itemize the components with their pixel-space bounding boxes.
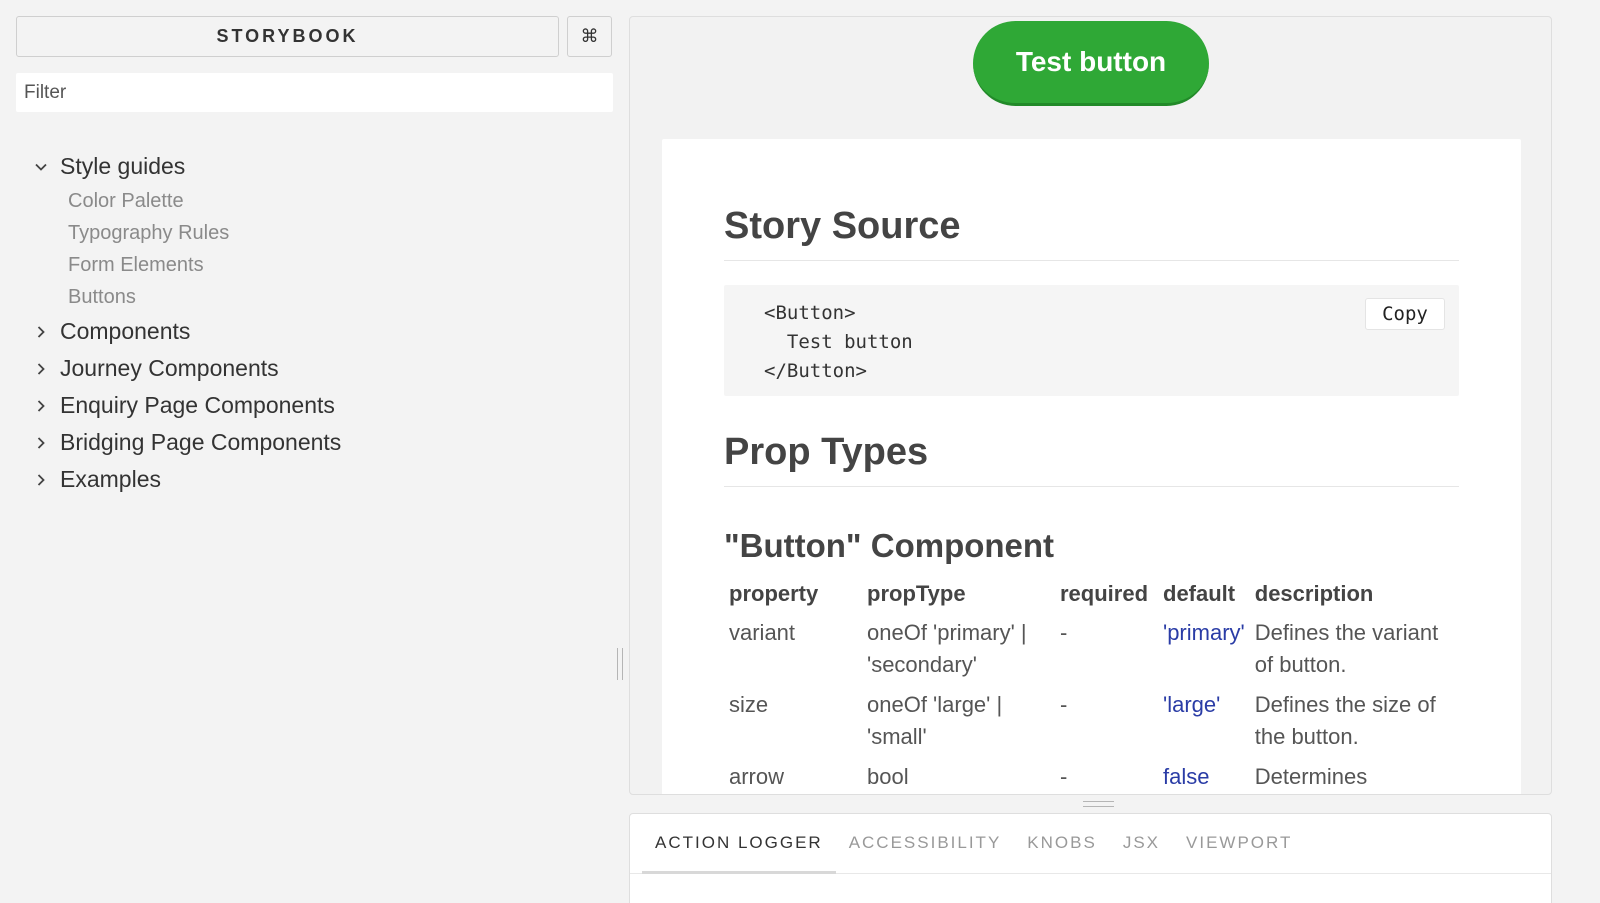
tree-story-form-elements[interactable]: Form Elements bbox=[0, 249, 628, 281]
header-proptype: propType bbox=[867, 581, 966, 606]
sidebar-resize-handle[interactable] bbox=[617, 648, 623, 680]
cell-required: - bbox=[1060, 692, 1068, 717]
tree-node-style-guides[interactable]: Style guides bbox=[0, 148, 628, 185]
tree-node-label: Examples bbox=[60, 466, 161, 492]
chevron-down-icon bbox=[32, 158, 50, 176]
cell-description: Defines the size of the button. bbox=[1254, 692, 1436, 749]
tab-knobs[interactable]: KNOBS bbox=[1014, 814, 1110, 874]
addons-panel: ACTION LOGGER ACCESSIBILITY KNOBS JSX VIEWPO… bbox=[629, 813, 1552, 903]
preview-pane: Test button Story Source <Button> Test b… bbox=[629, 16, 1552, 795]
tree-node-bridging-page-components[interactable]: Bridging Page Components bbox=[0, 424, 628, 461]
tab-jsx[interactable]: JSX bbox=[1110, 814, 1173, 874]
addon-tabs: ACTION LOGGER ACCESSIBILITY KNOBS JSX VIEWPO… bbox=[630, 814, 1551, 874]
tab-accessibility[interactable]: ACCESSIBILITY bbox=[836, 814, 1015, 874]
tab-action-logger[interactable]: ACTION LOGGER bbox=[642, 814, 836, 874]
panel-resize-handle[interactable] bbox=[1083, 801, 1114, 807]
keyboard-shortcuts-button[interactable]: ⌘ bbox=[567, 16, 612, 57]
header-required: required bbox=[1060, 581, 1149, 606]
tree-node-components[interactable]: Components bbox=[0, 313, 628, 350]
table-row: size oneOf 'large' | 'small' - 'large' Defin… bbox=[724, 685, 1450, 757]
command-icon: ⌘ bbox=[580, 26, 599, 47]
tree-node-label: Bridging Page Components bbox=[60, 429, 342, 455]
cell-property: arrow bbox=[729, 764, 785, 789]
story-source-code: <Button> Test button </Button> Copy bbox=[724, 285, 1459, 396]
copy-button[interactable]: Copy bbox=[1365, 298, 1445, 330]
header-default: default bbox=[1163, 581, 1236, 606]
cell-property: variant bbox=[729, 620, 796, 645]
cell-proptype: bool bbox=[867, 764, 909, 789]
table-header-row: property propType required default descr… bbox=[724, 575, 1450, 613]
prop-types-table: property propType required default descr… bbox=[724, 575, 1450, 794]
story-tree: Style guides Color Palette Typography Rule… bbox=[0, 148, 628, 498]
tree-node-label: Journey Components bbox=[60, 355, 279, 381]
code-snippet: <Button> Test button </Button> bbox=[764, 302, 913, 382]
chevron-right-icon bbox=[32, 323, 50, 341]
prop-types-heading: Prop Types bbox=[724, 431, 1459, 487]
cell-required: - bbox=[1060, 620, 1068, 645]
tab-viewport[interactable]: VIEWPORT bbox=[1173, 814, 1305, 874]
chevron-right-icon bbox=[32, 360, 50, 378]
cell-property: size bbox=[729, 692, 769, 717]
component-heading: "Button" Component bbox=[724, 527, 1055, 564]
sidebar: STORYBOOK ⌘ Style guides Color PaletteTyp… bbox=[0, 0, 628, 903]
cell-required: - bbox=[1060, 764, 1068, 789]
cell-default: 'large' bbox=[1163, 692, 1221, 717]
tree-story-color-palette[interactable]: Color Palette bbox=[0, 185, 628, 217]
filter-input[interactable] bbox=[16, 73, 613, 112]
cell-default: false bbox=[1163, 764, 1210, 789]
tree-story-buttons[interactable]: Buttons bbox=[0, 281, 628, 313]
chevron-right-icon bbox=[32, 471, 50, 489]
header-description: description bbox=[1254, 581, 1374, 606]
tree-node-label: Style guides bbox=[60, 153, 186, 179]
table-row: variant oneOf 'primary' | 'secondary' - 'pr… bbox=[724, 613, 1450, 685]
tree-node-enquiry-page-components[interactable]: Enquiry Page Components bbox=[0, 387, 628, 424]
header-property: property bbox=[729, 581, 819, 606]
tree-story-typography-rules[interactable]: Typography Rules bbox=[0, 217, 628, 249]
storybook-brand-button[interactable]: STORYBOOK bbox=[16, 16, 559, 57]
story-info-card: Story Source <Button> Test button </Butt… bbox=[662, 139, 1521, 794]
tree-node-examples[interactable]: Examples bbox=[0, 461, 628, 498]
tree-node-journey-components[interactable]: Journey Components bbox=[0, 350, 628, 387]
test-button[interactable]: Test button bbox=[973, 21, 1209, 106]
cell-proptype: oneOf 'large' | 'small' bbox=[867, 692, 1003, 749]
tree-node-label: Enquiry Page Components bbox=[60, 392, 335, 418]
chevron-right-icon bbox=[32, 434, 50, 452]
cell-proptype: oneOf 'primary' | 'secondary' bbox=[867, 620, 1027, 677]
story-source-heading: Story Source bbox=[724, 205, 1459, 261]
tree-node-label: Components bbox=[60, 318, 191, 344]
cell-description: Defines the variant of button. bbox=[1254, 620, 1439, 677]
cell-default: 'primary' bbox=[1163, 620, 1245, 645]
chevron-right-icon bbox=[32, 397, 50, 415]
table-row: arrow bool - false Determines whether bbox=[724, 757, 1450, 794]
cell-description: Determines whether bbox=[1254, 764, 1368, 789]
